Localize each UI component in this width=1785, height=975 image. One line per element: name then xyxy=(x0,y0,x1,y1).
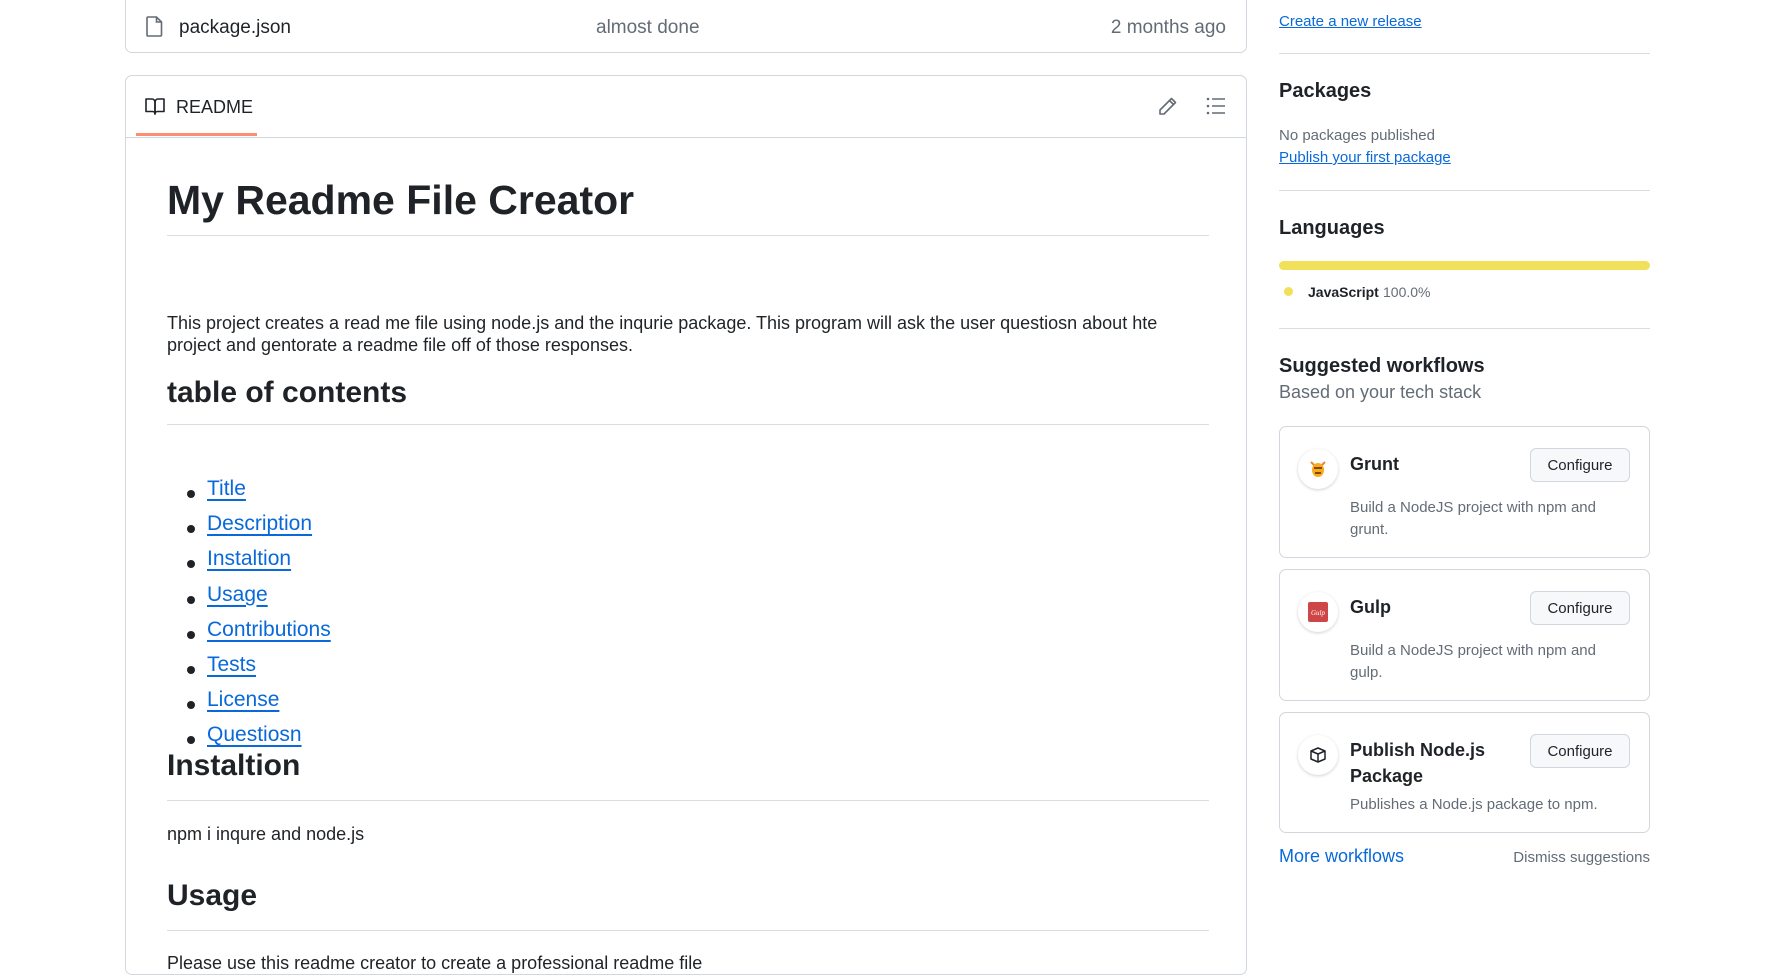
tab-readme[interactable]: README xyxy=(136,76,257,136)
gulp-icon: Gulp xyxy=(1298,592,1338,632)
create-release-link[interactable]: Create a new release xyxy=(1279,13,1422,30)
workflow-name: Publish Node.js Package xyxy=(1350,740,1486,786)
toc-item-title: Title xyxy=(167,477,331,512)
language-color-dot xyxy=(1284,287,1293,296)
workflow-card-grunt: Grunt Configure Build a NodeJS project w… xyxy=(1279,426,1650,558)
toc-item-installation: Instaltion xyxy=(167,547,331,582)
divider xyxy=(1279,190,1650,191)
usage-heading: Usage xyxy=(167,879,1209,931)
toc-link-installation[interactable]: Instaltion xyxy=(207,547,291,570)
toc-link-license[interactable]: License xyxy=(207,688,279,711)
workflows-heading: Suggested workflows xyxy=(1279,355,1485,377)
toc-link-questions[interactable]: Questiosn xyxy=(207,723,302,746)
language-name[interactable]: JavaScript xyxy=(1308,284,1379,300)
commit-message[interactable]: almost done xyxy=(596,17,700,39)
tab-readme-label: README xyxy=(176,97,254,117)
commit-date: 2 months ago xyxy=(1110,17,1226,38)
toc-list: Title Description Instaltion Usage Contr… xyxy=(167,477,331,759)
workflow-name: Gulp xyxy=(1350,597,1391,617)
installation-text: npm i inqure and node.js xyxy=(167,824,365,844)
packages-heading: Packages xyxy=(1279,80,1372,102)
svg-text:Gulp: Gulp xyxy=(1311,609,1326,617)
readme-header: README xyxy=(126,76,1246,138)
toc-heading: table of contents xyxy=(167,376,1209,425)
more-workflows-link[interactable]: More workflows xyxy=(1279,846,1404,867)
toc-link-description[interactable]: Description xyxy=(207,512,312,535)
configure-button[interactable]: Configure xyxy=(1530,734,1630,768)
workflow-name: Grunt xyxy=(1350,454,1399,474)
no-packages-text: No packages published xyxy=(1279,127,1435,144)
workflow-description: Build a NodeJS project with npm and grun… xyxy=(1350,499,1596,538)
dismiss-suggestions-button[interactable]: Dismiss suggestions xyxy=(1513,849,1650,866)
file-icon xyxy=(146,16,163,37)
grunt-icon xyxy=(1298,449,1338,489)
file-row[interactable]: package.json almost done 2 months ago xyxy=(126,0,1246,53)
divider xyxy=(1279,328,1650,329)
toc-link-usage[interactable]: Usage xyxy=(207,583,268,606)
pencil-icon[interactable] xyxy=(1156,94,1180,118)
configure-button[interactable]: Configure xyxy=(1530,448,1630,482)
language-bar xyxy=(1279,261,1650,270)
workflow-card-publish-nodejs: Publish Node.js Package Configure Publis… xyxy=(1279,712,1650,833)
readme-description: This project creates a read me file usin… xyxy=(167,313,1158,355)
book-icon xyxy=(145,98,165,115)
toc-link-tests[interactable]: Tests xyxy=(207,653,256,676)
language-percent: 100.0% xyxy=(1383,284,1431,300)
file-name[interactable]: package.json xyxy=(179,17,291,39)
toc-item-contributions: Contributions xyxy=(167,618,331,653)
installation-heading: Instaltion xyxy=(167,749,1209,801)
configure-button[interactable]: Configure xyxy=(1530,591,1630,625)
usage-text: Please use this readme creator to create… xyxy=(167,953,703,973)
divider xyxy=(1279,53,1650,54)
outline-list-icon[interactable] xyxy=(1204,94,1228,118)
toc-item-license: License xyxy=(167,688,331,723)
publish-package-link[interactable]: Publish your first package xyxy=(1279,149,1451,166)
package-icon xyxy=(1298,735,1338,775)
workflows-subheading: Based on your tech stack xyxy=(1279,382,1482,402)
workflow-description: Build a NodeJS project with npm and gulp… xyxy=(1350,642,1596,681)
languages-heading: Languages xyxy=(1279,217,1385,239)
toc-item-tests: Tests xyxy=(167,653,331,688)
readme-panel: README My Readme File Creator This proje… xyxy=(125,75,1247,975)
toc-item-description: Description xyxy=(167,512,331,547)
file-list: package.json almost done 2 months ago xyxy=(125,0,1247,53)
readme-title: My Readme File Creator xyxy=(167,177,1209,236)
workflow-description: Publishes a Node.js package to npm. xyxy=(1350,796,1598,813)
toc-item-usage: Usage xyxy=(167,583,331,618)
toc-link-title[interactable]: Title xyxy=(207,477,246,500)
toc-link-contributions[interactable]: Contributions xyxy=(207,618,331,641)
workflow-card-gulp: Gulp Gulp Configure Build a NodeJS proje… xyxy=(1279,569,1650,701)
